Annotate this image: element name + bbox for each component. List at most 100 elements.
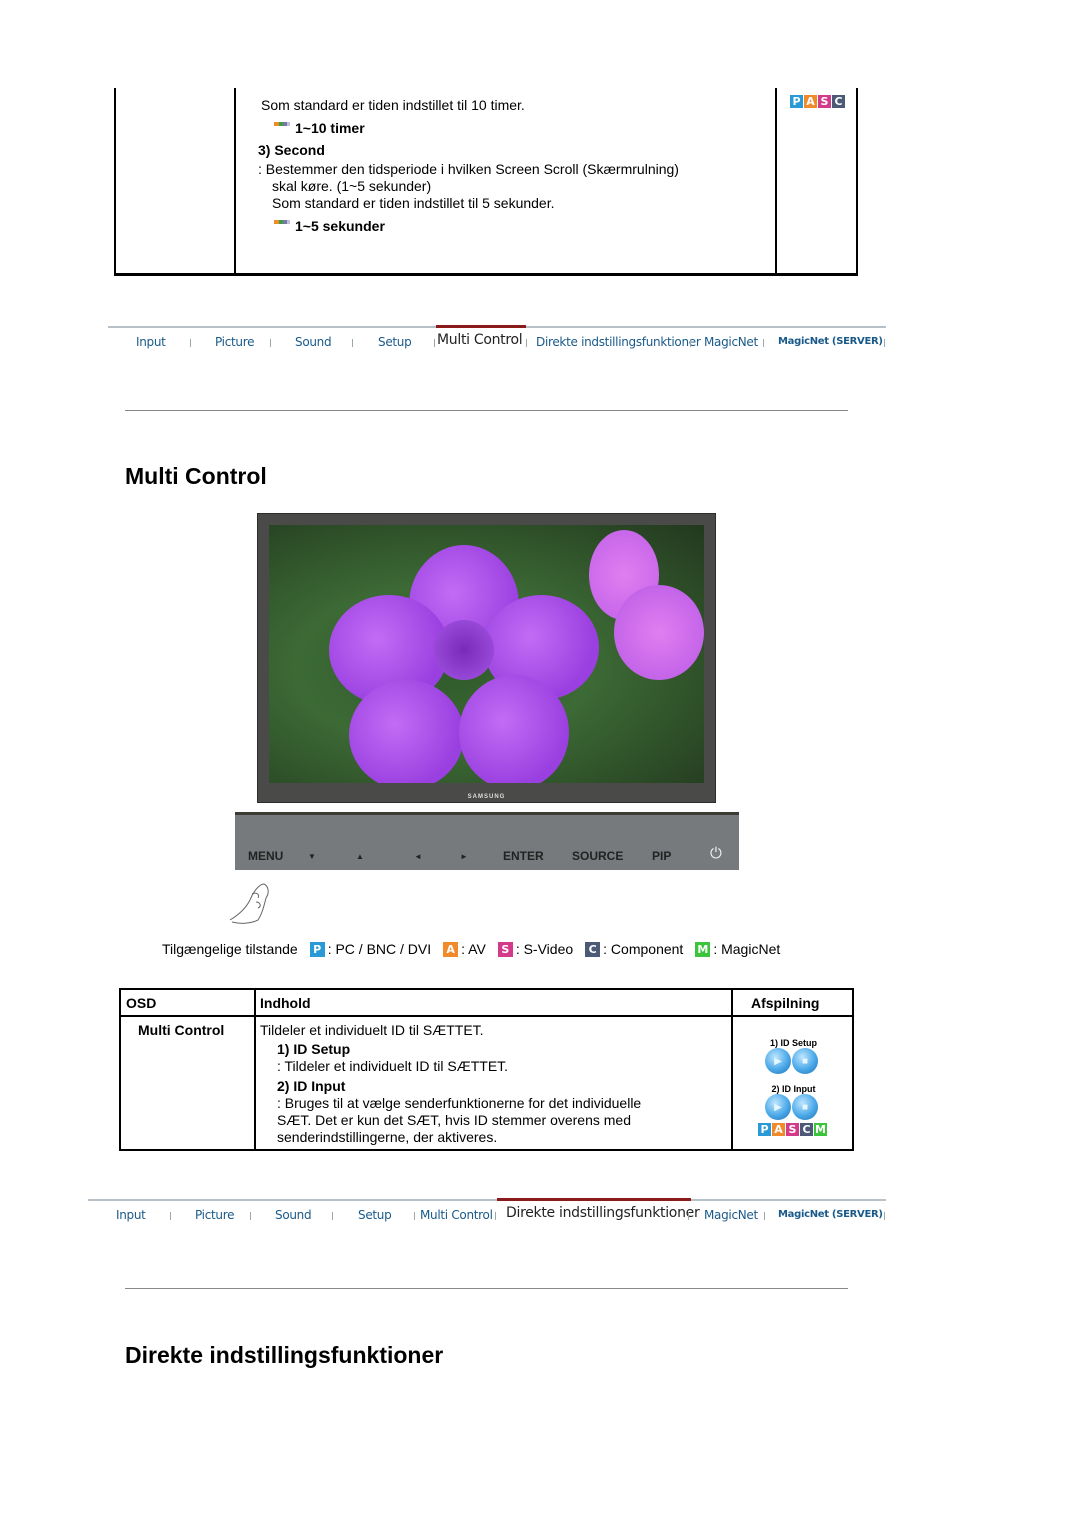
range-bar-icon — [274, 220, 290, 224]
id-input-desc-line3: senderindstillingerne, der aktiveres. — [277, 1129, 498, 1145]
nav-link-input[interactable]: Input — [136, 335, 166, 349]
mode-badge-s: S — [497, 941, 513, 957]
stop-button[interactable]: ■ — [792, 1048, 818, 1074]
nav-link-multi-control[interactable]: Multi Control — [437, 332, 523, 348]
brand-logo: SAMSUNG — [467, 794, 506, 800]
range-hours-label: 1~10 timer — [295, 120, 365, 136]
section-nav-bar: Input Picture Sound Setup Multi Control Direk… — [88, 1198, 886, 1225]
nav-separator — [414, 1212, 415, 1220]
nav-link-magicnet-server[interactable]: MagicNet (SERVER) — [778, 1209, 883, 1220]
mode-badge-p: P — [758, 1123, 771, 1136]
id-input-desc-line1: : Bruges til at vælge senderfunktionerne… — [277, 1095, 642, 1111]
play-button[interactable]: ▶ — [765, 1048, 791, 1074]
nav-separator — [688, 1212, 689, 1220]
mode-badge-m: M — [695, 941, 711, 957]
divider — [125, 410, 848, 411]
header-content: Indhold — [260, 995, 311, 1011]
nav-link-setup[interactable]: Setup — [358, 1208, 392, 1222]
range-seconds: 1~5 sekunder — [274, 218, 385, 234]
id-setup-buttons: ▶ ■ — [765, 1048, 818, 1074]
mode-label: : S-Video — [515, 941, 574, 957]
second-desc-line2: skal køre. (1~5 sekunder) — [272, 178, 432, 194]
nav-separator — [764, 1212, 765, 1220]
mode-badge-c: C — [585, 941, 601, 957]
second-heading: 3) Second — [258, 142, 325, 158]
nav-separator — [352, 339, 353, 347]
content-intro: Tildeler et individuelt ID til SÆTTET. — [260, 1022, 484, 1038]
available-modes: Tilgængelige tilstande P: PC / BNC / DVI… — [162, 941, 780, 957]
mode-badge-p: P — [309, 941, 325, 957]
nav-link-multi-control[interactable]: Multi Control — [420, 1208, 493, 1222]
header-play: Afspilning — [751, 995, 820, 1011]
mode-badge-c: C — [832, 95, 845, 108]
nav-separator — [250, 1212, 251, 1220]
nav-separator — [332, 1212, 333, 1220]
nav-separator — [495, 1212, 496, 1220]
settings-table-fragment: Som standard er tiden indstillet til 10 … — [114, 88, 858, 276]
id-setup-heading: 1) ID Setup — [277, 1041, 351, 1057]
second-desc-line3: Som standard er tiden indstillet til 5 s… — [272, 195, 555, 211]
up-key-label: ▲ — [356, 852, 364, 861]
down-key-label: ▼ — [308, 852, 316, 861]
mode-badge-s: S — [786, 1123, 799, 1136]
nav-link-sound[interactable]: Sound — [295, 335, 332, 349]
mode-badge-a: A — [443, 941, 459, 957]
header-osd: OSD — [126, 995, 157, 1011]
id-input-desc-line2: SÆT. Det er kun det SÆT, hvis ID stemmer… — [277, 1112, 632, 1128]
left-key-label: ◄ — [414, 852, 422, 861]
column-divider — [234, 88, 236, 273]
screen-image-flower — [269, 525, 704, 783]
nav-link-direkte-indstillingsfunktioner[interactable]: Direkte indstillingsfunktioner — [536, 335, 701, 349]
power-key-label: ⏻ — [710, 845, 722, 862]
nav-link-picture[interactable]: Picture — [215, 335, 254, 349]
pip-key-label: PIP — [652, 849, 672, 863]
hand-pointer-icon — [229, 883, 269, 924]
active-tab-indicator — [497, 1198, 691, 1201]
section-nav-bar: Input Picture Sound Setup Multi Control Direk… — [108, 325, 886, 352]
mode-badge-a: A — [772, 1123, 785, 1136]
mode-badge-s: S — [818, 95, 831, 108]
column-divider — [254, 990, 256, 1149]
mode-label: : MagicNet — [713, 941, 781, 957]
nav-link-picture[interactable]: Picture — [195, 1208, 234, 1222]
nav-separator — [884, 339, 885, 347]
stop-button[interactable]: ■ — [792, 1094, 818, 1120]
column-divider — [731, 990, 733, 1149]
source-key-label: SOURCE — [572, 849, 624, 863]
id-input-buttons: ▶ ■ — [765, 1094, 818, 1120]
divider — [125, 1288, 848, 1289]
monitor-control-panel: MENU ▼ ▲ ◄ ► ENTER SOURCE PIP ⏻ — [235, 812, 739, 870]
mode-label: : AV — [461, 941, 486, 957]
range-seconds-label: 1~5 sekunder — [295, 218, 385, 234]
mode-badge-m: M — [814, 1123, 827, 1136]
range-bar-icon — [274, 122, 290, 126]
section-title-multi-control: Multi Control — [125, 463, 267, 489]
osd-item-multi-control: Multi Control — [138, 1022, 225, 1038]
nav-separator — [763, 339, 764, 347]
range-hours: 1~10 timer — [274, 120, 365, 136]
nav-separator — [170, 1212, 171, 1220]
nav-separator — [190, 339, 191, 347]
id-setup-desc: : Tildeler et individuelt ID til SÆTTET. — [277, 1058, 509, 1074]
nav-link-magicnet[interactable]: MagicNet — [704, 1208, 758, 1222]
id-input-heading: 2) ID Input — [277, 1078, 346, 1094]
right-key-label: ► — [460, 852, 468, 861]
mode-badge-a: A — [804, 95, 817, 108]
nav-separator — [434, 339, 435, 347]
default-hours-text: Som standard er tiden indstillet til 10 … — [261, 97, 525, 113]
mode-badges: PASC — [790, 95, 845, 108]
play-button[interactable]: ▶ — [765, 1094, 791, 1120]
nav-link-magicnet[interactable]: MagicNet — [704, 335, 758, 349]
nav-link-setup[interactable]: Setup — [378, 335, 412, 349]
nav-separator — [526, 339, 527, 347]
monitor-illustration: SAMSUNG — [257, 513, 716, 803]
nav-separator — [884, 1212, 885, 1220]
nav-link-magicnet-server[interactable]: MagicNet (SERVER) — [778, 336, 883, 347]
column-divider — [775, 88, 777, 273]
nav-link-sound[interactable]: Sound — [275, 1208, 312, 1222]
header-divider — [121, 1015, 852, 1017]
nav-link-direkte-indstillingsfunktioner[interactable]: Direkte indstillingsfunktioner — [506, 1205, 700, 1221]
modes-label: Tilgængelige tilstande — [162, 941, 298, 957]
nav-link-input[interactable]: Input — [116, 1208, 146, 1222]
mode-badge-c: C — [800, 1123, 813, 1136]
